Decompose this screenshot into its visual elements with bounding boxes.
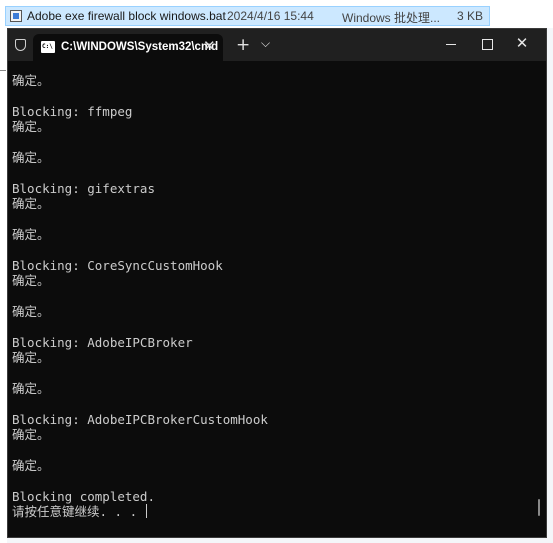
chevron-down-icon[interactable]: ⌵ xyxy=(261,36,270,51)
console-line: 确定。 xyxy=(12,350,50,366)
text-cursor xyxy=(145,503,147,518)
console-output[interactable]: 确定。 Blocking: ffmpeg 确定。 确定。 Blocking: gifex… xyxy=(12,73,532,533)
console-line: Blocking completed. xyxy=(12,488,155,504)
explorer-file-list: Adobe exe firewall block windows.bat 202… xyxy=(0,0,553,28)
file-row-selected[interactable]: Adobe exe firewall block windows.bat 202… xyxy=(5,6,490,26)
title-bar[interactable]: C:\WINDOWS\System32\cmd ✕ + ⌵ ✕ xyxy=(8,29,546,61)
divider xyxy=(0,70,6,71)
console-line: 确定。 xyxy=(12,380,50,396)
file-type: Windows 批处理... xyxy=(342,11,441,25)
file-name: Adobe exe firewall block windows.bat xyxy=(27,9,226,23)
console-line: 确定。 xyxy=(12,303,50,319)
screen: Adobe exe firewall block windows.bat 202… xyxy=(0,0,553,543)
maximize-button[interactable] xyxy=(469,29,505,61)
console-line: Blocking: AdobeIPCBroker xyxy=(12,334,193,350)
console-line: 确定。 xyxy=(12,226,50,242)
tab-title: C:\WINDOWS\System32\cmd xyxy=(61,41,219,53)
minimize-icon xyxy=(446,44,456,45)
explorer-left-edge xyxy=(0,28,7,543)
minimize-button[interactable] xyxy=(434,29,470,61)
close-button[interactable]: ✕ xyxy=(504,29,540,61)
console-line: 请按任意键继续. . . xyxy=(12,503,147,519)
close-icon: ✕ xyxy=(515,34,529,52)
console-line: 确定。 xyxy=(12,119,50,135)
terminal-window: C:\WINDOWS\System32\cmd ✕ + ⌵ ✕ 确定。Block… xyxy=(7,28,547,538)
maximize-icon xyxy=(482,39,493,50)
file-date: 2024/4/16 15:44 xyxy=(227,9,314,23)
scrollbar[interactable] xyxy=(538,499,540,516)
console-line: 确定。 xyxy=(12,196,50,212)
tab-close-icon[interactable]: ✕ xyxy=(203,37,216,55)
console-line: 确定。 xyxy=(12,273,50,289)
tab-cmd[interactable]: C:\WINDOWS\System32\cmd ✕ xyxy=(33,34,223,61)
console-line: Blocking: AdobeIPCBrokerCustomHook xyxy=(12,411,268,427)
console-line: Blocking: CoreSyncCustomHook xyxy=(12,257,223,273)
file-size: 3 KB xyxy=(456,9,483,23)
console-line: 确定。 xyxy=(12,426,50,442)
batch-file-icon xyxy=(10,10,22,22)
console-line: Blocking: gifextras xyxy=(12,180,155,196)
console-line: Blocking: ffmpeg xyxy=(12,103,133,119)
console-line: 确定。 xyxy=(12,73,50,88)
shield-icon xyxy=(15,39,26,51)
console-line: 确定。 xyxy=(12,457,50,473)
console-line: 确定。 xyxy=(12,149,50,165)
cmd-icon xyxy=(41,41,55,53)
new-tab-button[interactable]: + xyxy=(236,35,250,55)
